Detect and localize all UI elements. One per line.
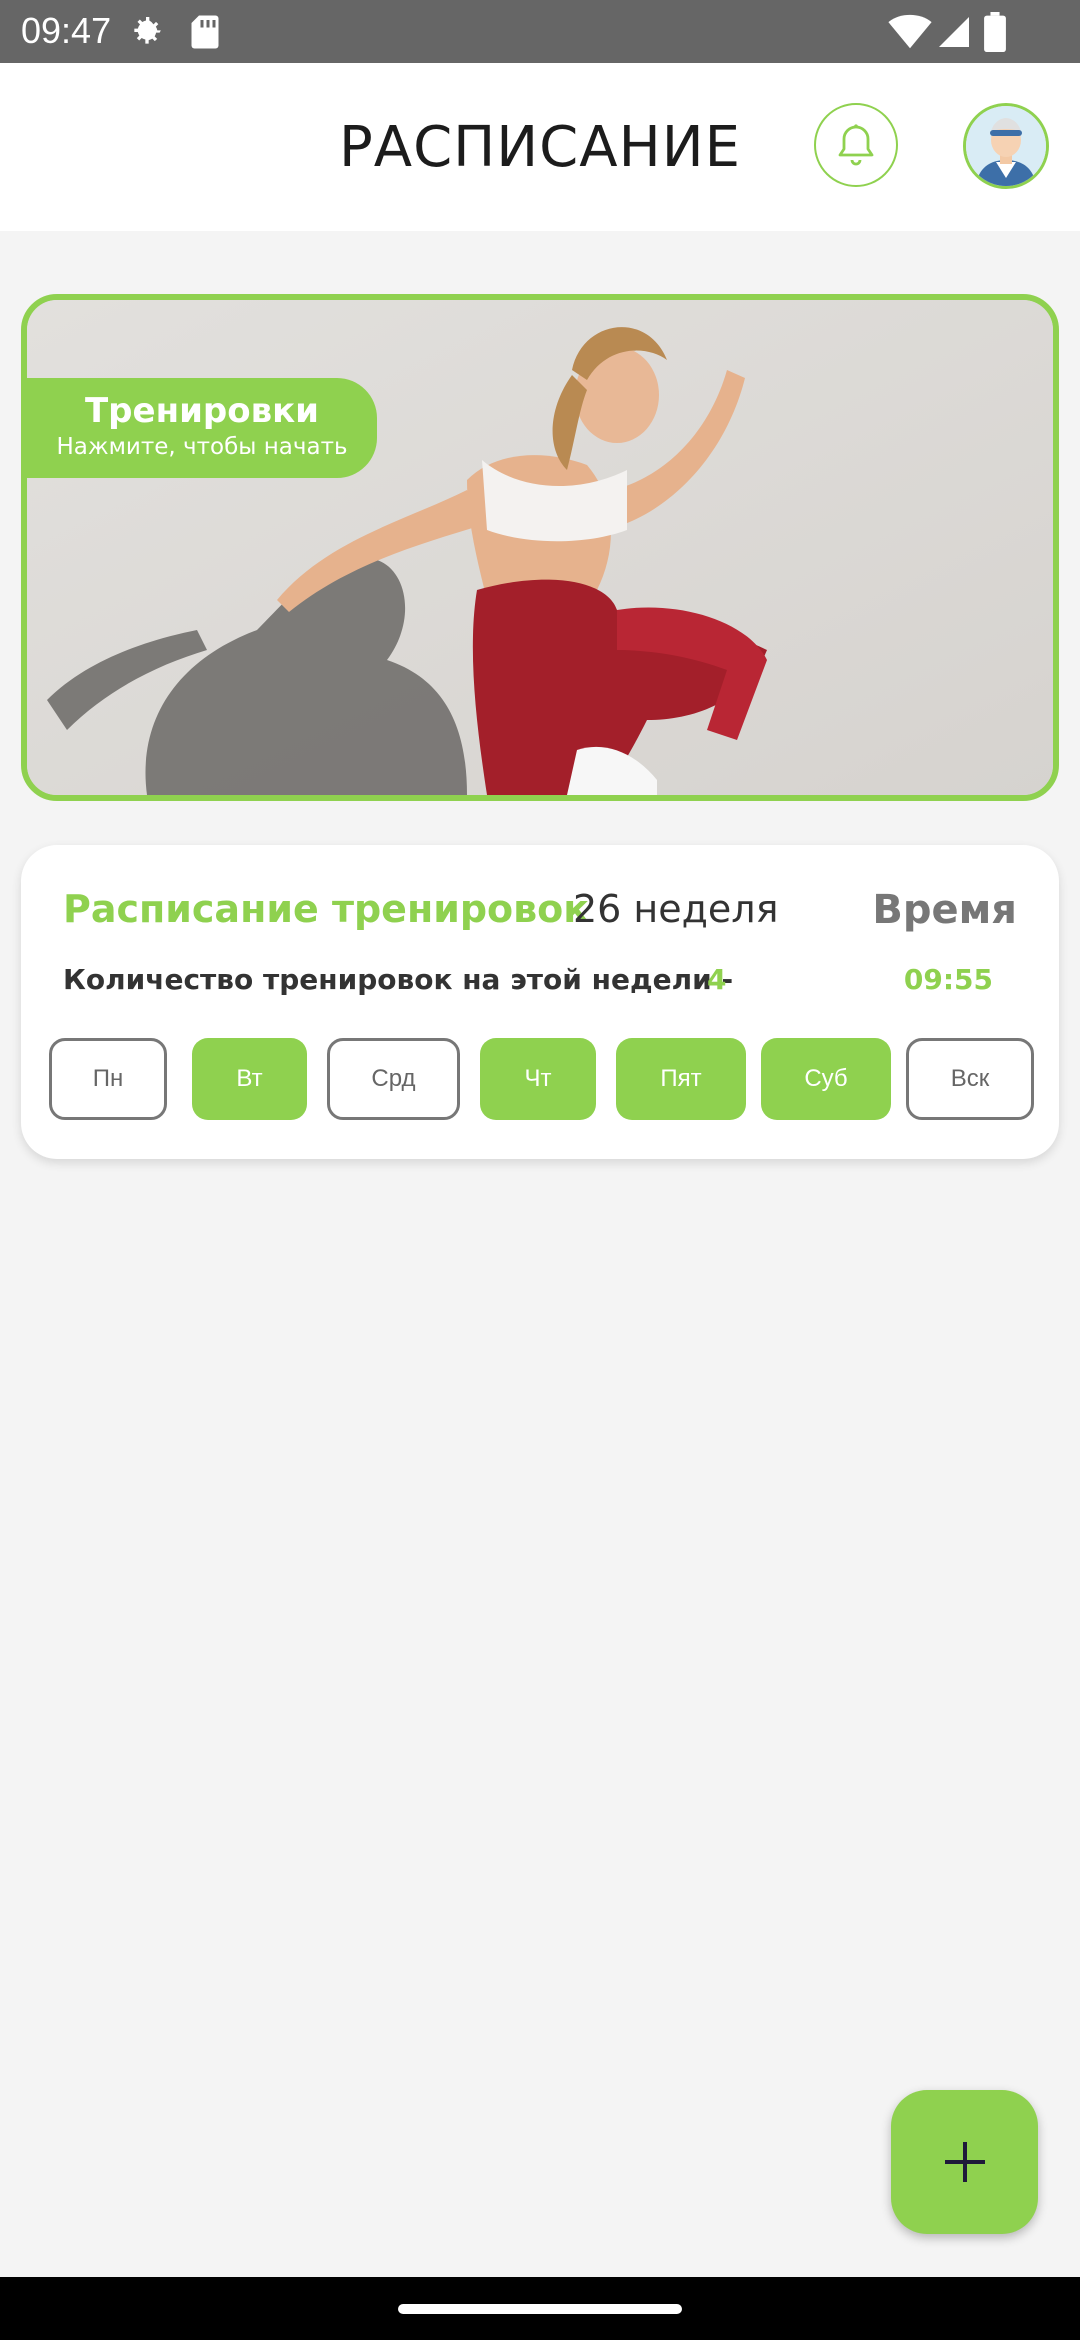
day-wed[interactable]: Срд bbox=[327, 1038, 460, 1120]
day-thu[interactable]: Чт bbox=[480, 1038, 596, 1120]
day-mon[interactable]: Пн bbox=[49, 1038, 167, 1120]
time-value[interactable]: 09:55 bbox=[904, 963, 993, 996]
workout-photo bbox=[27, 300, 1053, 795]
banner-label: Тренировки Нажмите, чтобы начать bbox=[27, 378, 377, 478]
signal-icon bbox=[939, 17, 969, 47]
gear-icon bbox=[134, 17, 161, 44]
day-sun[interactable]: Вск bbox=[906, 1038, 1034, 1120]
status-bar: 09:47 bbox=[0, 0, 1080, 63]
day-sat[interactable]: Суб bbox=[761, 1038, 891, 1120]
app-header: РАСПИСАНИЕ bbox=[0, 63, 1080, 231]
notifications-button[interactable] bbox=[814, 103, 898, 187]
battery-icon bbox=[984, 12, 1006, 52]
time-label: Время bbox=[872, 887, 1017, 933]
sd-card-icon bbox=[191, 15, 219, 49]
schedule-title: Расписание тренировок bbox=[63, 887, 590, 931]
banner-subtitle: Нажмите, чтобы начать bbox=[56, 434, 348, 460]
wifi-icon bbox=[888, 14, 932, 49]
day-fri[interactable]: Пят bbox=[616, 1038, 746, 1120]
home-gesture-handle[interactable] bbox=[398, 2304, 682, 2314]
page-title: РАСПИСАНИЕ bbox=[339, 115, 741, 180]
plus-icon bbox=[944, 2142, 985, 2182]
banner-title: Тренировки bbox=[84, 391, 319, 431]
status-time: 09:47 bbox=[21, 10, 112, 51]
user-avatar-icon bbox=[966, 106, 1046, 186]
workout-count-value: 4 bbox=[707, 963, 727, 996]
workouts-banner[interactable]: Тренировки Нажмите, чтобы начать bbox=[21, 294, 1059, 801]
schedule-card: Расписание тренировок 26 неделя Время Ко… bbox=[21, 845, 1059, 1159]
week-number: 26 неделя bbox=[573, 887, 779, 931]
add-workout-button[interactable] bbox=[891, 2090, 1038, 2234]
bell-icon bbox=[838, 124, 874, 166]
workout-count-label: Количество тренировок на этой недели - bbox=[63, 963, 734, 996]
navigation-bar bbox=[0, 2277, 1080, 2340]
day-tue[interactable]: Вт bbox=[192, 1038, 307, 1120]
avatar[interactable] bbox=[963, 103, 1049, 189]
